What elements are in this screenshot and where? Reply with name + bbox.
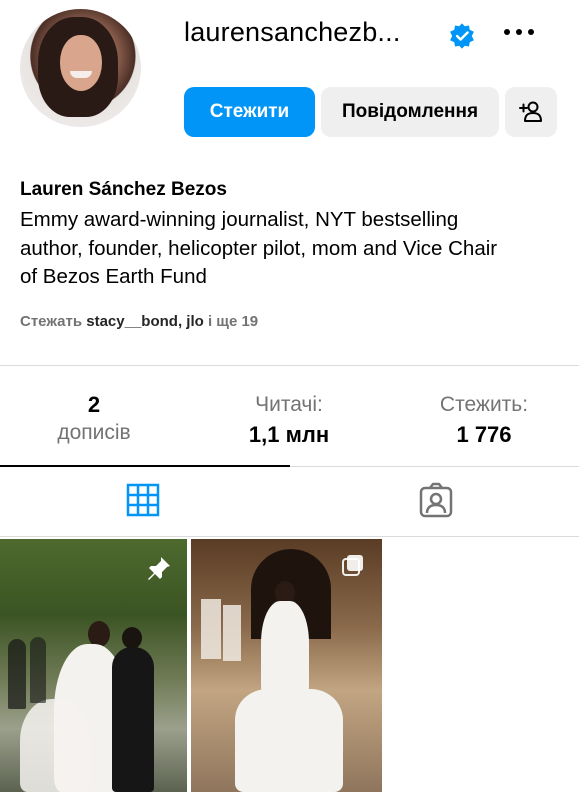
add-user-icon (519, 101, 542, 122)
followed-by-suffix: і ще 19 (207, 313, 259, 330)
following-count: 1 776 (456, 422, 512, 447)
multiple-photos-icon (342, 555, 363, 576)
bio-line: of Bezos Earth Fund (20, 265, 207, 288)
bio-line: author, founder, helicopter pilot, mom a… (20, 236, 498, 260)
profile-avatar[interactable] (20, 9, 141, 127)
following-stat[interactable]: Стежить: 1 776 (389, 392, 579, 448)
grid-icon[interactable] (125, 482, 161, 518)
followed-by-user[interactable]: jlo (186, 313, 204, 330)
follow-button[interactable]: Стежити (184, 87, 315, 137)
suggest-users-button[interactable] (505, 87, 557, 137)
bio-line: Emmy award-winning journalist, NYT bests… (20, 208, 459, 231)
tagged-icon[interactable] (418, 482, 454, 518)
followers-stat[interactable]: Читачі: 1,1 млн (194, 392, 384, 448)
message-button[interactable]: Повідомлення (321, 87, 499, 137)
following-label: Стежить: (439, 393, 529, 416)
verified-badge-icon (450, 23, 474, 49)
followed-by-user[interactable]: stacy__bond (86, 313, 178, 330)
posts-stat: 2 дописів (0, 392, 189, 448)
profile-username: laurensanchezb... (184, 17, 401, 47)
followers-count: 1,1 млн (248, 422, 330, 447)
pin-icon (148, 557, 170, 580)
posts-count: 2 (87, 392, 101, 417)
followed-by[interactable]: Стежать stacy__bond, jlo і ще 19 (20, 313, 258, 330)
followers-label: Читачі: (255, 393, 323, 416)
profile-bio: Emmy award-winning journalist, NYT bests… (20, 206, 560, 292)
divider (0, 365, 579, 366)
followed-by-separator: , (177, 313, 183, 330)
profile-full-name: Lauren Sánchez Bezos (20, 179, 227, 200)
posts-label: дописів (57, 421, 131, 444)
divider (0, 536, 579, 537)
active-tab-indicator (0, 465, 290, 467)
more-options-icon[interactable] (500, 19, 538, 45)
followed-by-prefix: Стежать (20, 313, 83, 330)
post-thumbnail[interactable] (191, 539, 382, 792)
post-thumbnail[interactable] (0, 539, 187, 792)
